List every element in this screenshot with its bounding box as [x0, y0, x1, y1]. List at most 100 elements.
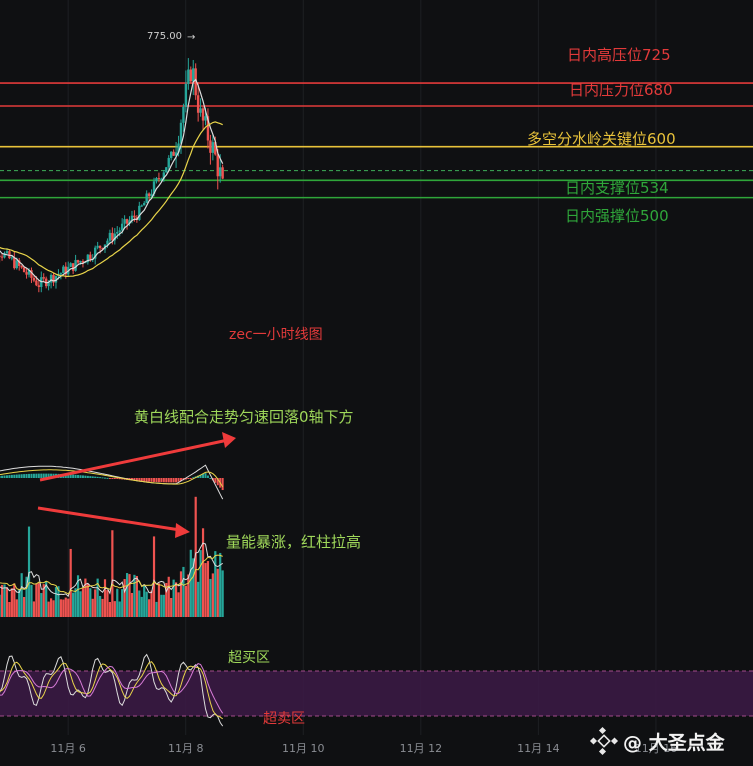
volume-bar [145, 591, 148, 617]
candle-body [165, 167, 168, 173]
watermark-text: @ 大圣点金 [623, 731, 726, 754]
volume-bar [170, 597, 173, 617]
volume-bar [201, 528, 205, 617]
volume-bar [8, 601, 11, 617]
volume-bar [37, 583, 40, 617]
volume-bar [157, 583, 161, 617]
macd-bar [91, 476, 94, 478]
candle [165, 167, 168, 173]
volume-bar [30, 584, 33, 617]
candle-body [143, 203, 146, 206]
volume-bar [209, 578, 212, 617]
volume-bar [0, 584, 4, 617]
volume-bar [204, 563, 207, 617]
macd-bar [214, 478, 217, 483]
volume-bar [74, 588, 77, 617]
volume-bar [111, 530, 114, 617]
candle-body [204, 116, 207, 121]
volume-bar [177, 592, 180, 617]
volume-bar [211, 573, 214, 617]
zec-chart: 775.00 → 日内高压位725 日内压力位680 多空分水岭关键位600 日… [0, 0, 753, 766]
volume-bar [101, 598, 104, 617]
volume-bar [162, 594, 165, 617]
candle-body [79, 261, 82, 263]
volume-bar [179, 571, 183, 617]
macd-bar [79, 475, 82, 478]
volume-bar [81, 588, 85, 617]
volume-bar [174, 582, 178, 617]
candle-body [37, 285, 41, 287]
volume-bar [138, 590, 141, 617]
macd-bar [167, 478, 170, 483]
volume-bar [133, 574, 136, 617]
volume-bar [113, 601, 116, 617]
volume-bar [123, 579, 126, 617]
macd-bar [1, 475, 4, 478]
level-label-500: 日内强撑位500 [565, 207, 669, 225]
candle-body [15, 260, 18, 269]
macd-bar [157, 478, 160, 483]
volume-bar [64, 597, 67, 617]
candle-body [62, 266, 65, 274]
peak-arrow-icon: → [187, 32, 195, 43]
x-tick-label: 11月 10 [282, 742, 325, 755]
macd-bar [28, 473, 31, 478]
volume-bar [47, 601, 50, 617]
macd-bar [96, 476, 99, 478]
candle-body [22, 267, 26, 273]
macd-bar [143, 478, 146, 482]
candle-body [10, 257, 14, 259]
volume-bar [3, 584, 6, 617]
candle-body [35, 280, 38, 286]
macd-bar [42, 473, 45, 478]
macd-bar [8, 475, 11, 478]
macd-bar [94, 476, 97, 478]
candle-body [118, 230, 121, 232]
volume-bar [167, 576, 170, 617]
candle-body [221, 167, 224, 179]
candle-body [32, 277, 36, 281]
candle-body [0, 255, 1, 257]
macd-bar [160, 478, 163, 483]
candle-body [172, 151, 175, 156]
volume-bar [148, 599, 151, 617]
macd-bar [30, 473, 33, 478]
volume-bar [67, 598, 70, 617]
macd-bar [189, 478, 192, 479]
overbought-label: 超买区 [228, 650, 270, 666]
candle-body [76, 260, 80, 263]
candle-body [116, 231, 119, 234]
macd-bar [20, 474, 23, 478]
candle-body [98, 245, 102, 249]
volume-bar [103, 579, 107, 617]
macd-bar [77, 475, 80, 478]
macd-bar [209, 477, 212, 479]
volume-bar [125, 573, 129, 617]
candle-body [89, 254, 92, 260]
candle-body [167, 157, 170, 168]
peak-price-label: 775.00 [147, 31, 182, 42]
volume-bar [116, 588, 119, 617]
x-tick-label: 11月 6 [50, 742, 86, 755]
volume-bar [189, 549, 192, 617]
volume-bar [18, 589, 21, 617]
macd-bar [5, 475, 8, 478]
macd-bar [35, 473, 38, 478]
volume-bar [187, 574, 190, 617]
macd-bar [13, 474, 16, 478]
volume-bar [143, 584, 146, 617]
macd-bar [113, 478, 116, 479]
volume-bar [199, 550, 202, 617]
volume-bar [197, 581, 200, 617]
macd-bar [155, 478, 158, 483]
macd-bar [37, 473, 40, 478]
macd-bar [145, 478, 148, 482]
candle-body [42, 277, 45, 279]
macd-bar [74, 474, 77, 478]
candle-body [147, 193, 151, 197]
macd-bar [25, 474, 28, 478]
volume-bar [20, 573, 23, 617]
candle-body [5, 251, 9, 254]
chart-subtitle: zec一小时线图 [229, 327, 323, 343]
macd-bar [0, 475, 1, 478]
